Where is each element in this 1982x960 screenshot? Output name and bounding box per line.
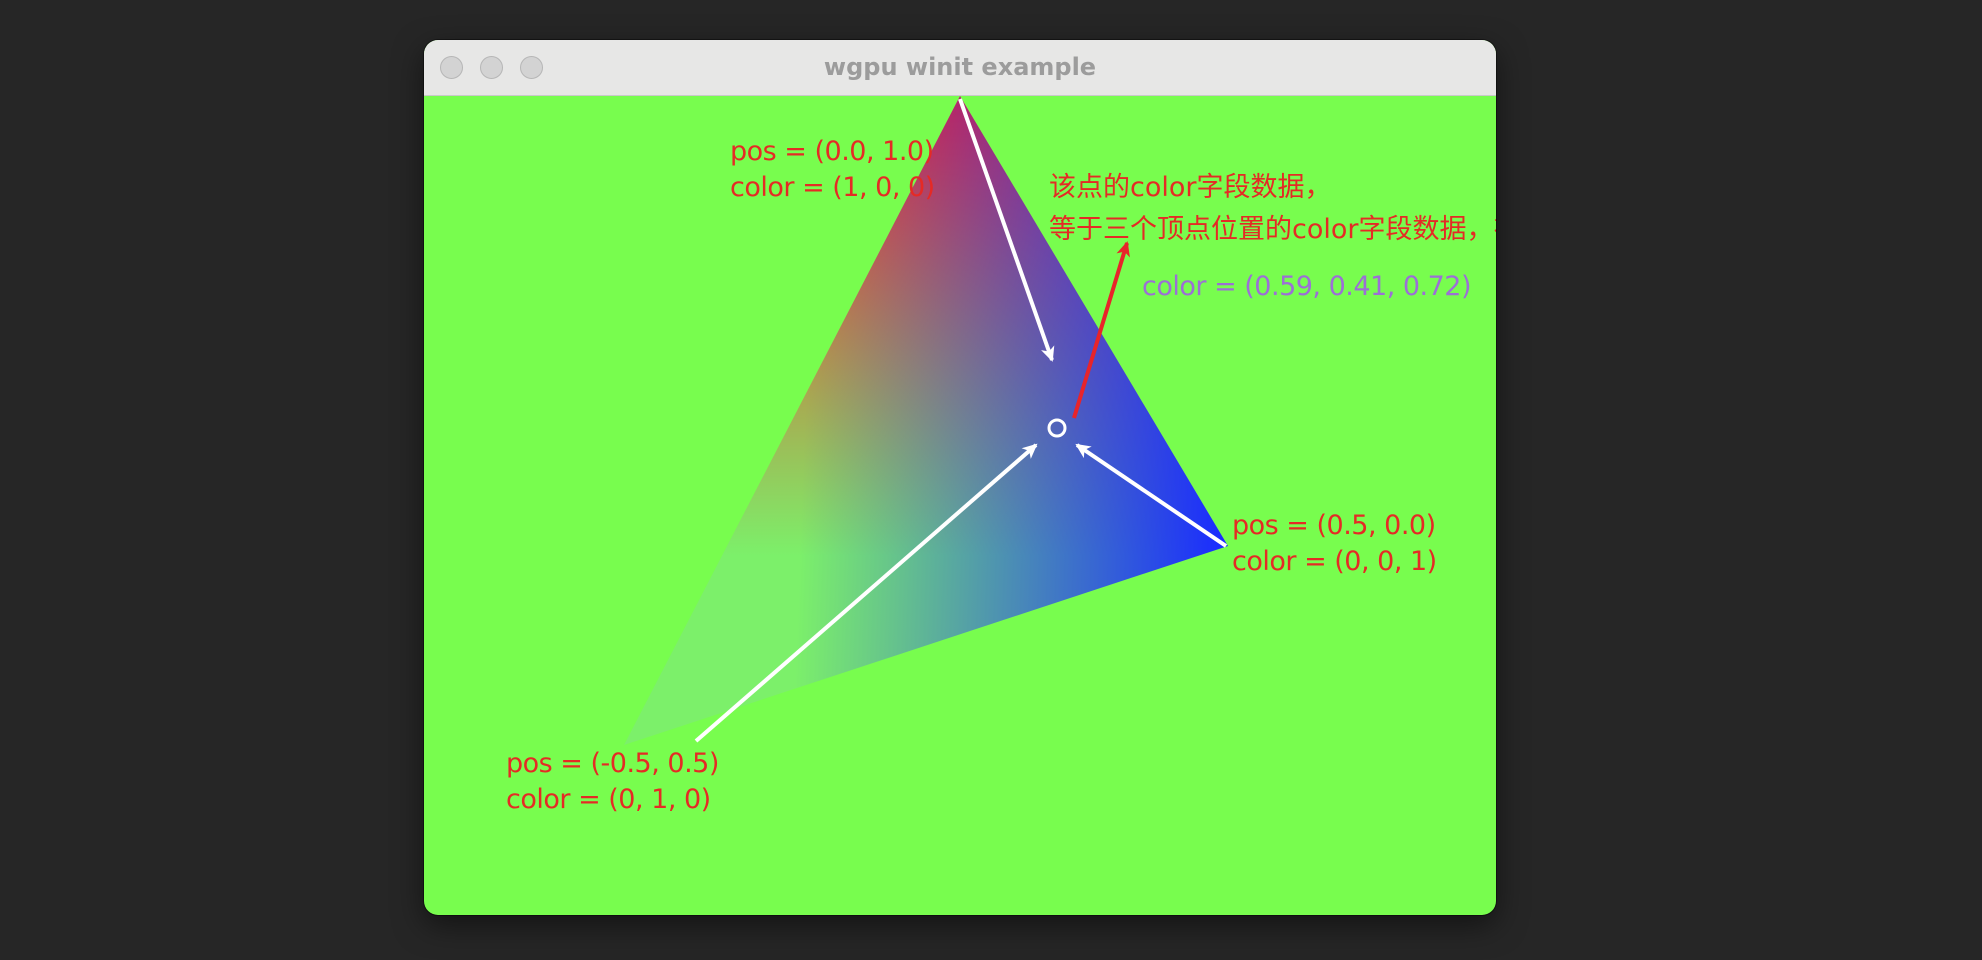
- right-vertex-label: pos = (0.5, 0.0) color = (0, 0, 1): [1232, 508, 1437, 580]
- annotation-line-2: 等于三个顶点位置的color字段数据，在该处通过算法进行的叠加结果: [1049, 214, 1496, 245]
- render-surface: pos = (0.0, 1.0) color = (1, 0, 0) 该点的co…: [424, 96, 1496, 915]
- left-vertex-color: color = (0, 1, 0): [506, 784, 711, 815]
- interpolated-color-label: color = (0.59, 0.41, 0.72): [1142, 271, 1472, 302]
- title-bar: wgpu winit example: [424, 40, 1496, 96]
- top-vertex-label: pos = (0.0, 1.0) color = (1, 0, 0): [730, 134, 935, 206]
- top-vertex-color: color = (1, 0, 0): [730, 172, 935, 203]
- annotation-text: 该点的color字段数据， 等于三个顶点位置的color字段数据，在该处通过算法…: [1049, 167, 1496, 251]
- app-window: wgpu winit example pos = (0.0, 1.0) colo…: [424, 40, 1496, 915]
- window-title: wgpu winit example: [823, 53, 1097, 81]
- right-vertex-color: color = (0, 0, 1): [1232, 546, 1437, 577]
- left-vertex-pos: pos = (-0.5, 0.5): [506, 748, 719, 779]
- annotation-line-1: 该点的color字段数据，: [1049, 172, 1332, 203]
- top-vertex-pos: pos = (0.0, 1.0): [730, 136, 934, 167]
- right-vertex-pos: pos = (0.5, 0.0): [1232, 510, 1436, 541]
- left-vertex-label: pos = (-0.5, 0.5) color = (0, 1, 0): [506, 746, 719, 818]
